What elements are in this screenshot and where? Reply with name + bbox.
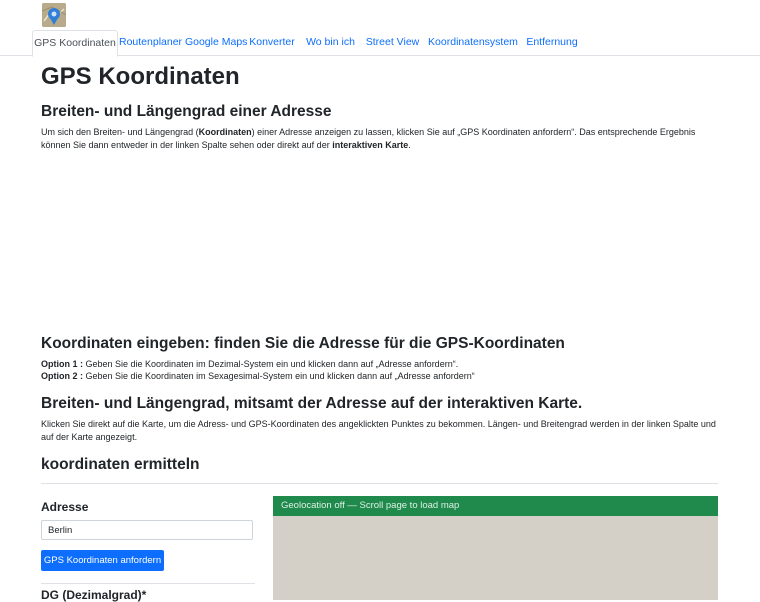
option-2-description: Geben Sie die Koordinaten im Sexagesimal…: [83, 371, 475, 381]
option-1-description: Geben Sie die Koordinaten im Dezimal-Sys…: [83, 359, 459, 369]
nav-tab-wo-bin-ich[interactable]: Wo bin ich: [302, 30, 359, 54]
page-title: GPS Koordinaten: [41, 63, 240, 90]
map-pin-logo-icon: [42, 3, 66, 27]
form-divider: [41, 583, 255, 584]
section-text-interactive-map: Klicken Sie direkt auf die Karte, um die…: [41, 419, 716, 442]
text-bold-koordinaten: Koordinaten: [198, 127, 252, 137]
nav-tab-koordinatensystem[interactable]: Koordinatensystem: [426, 30, 520, 54]
text-bold-interaktive-karte: interaktiven Karte: [332, 139, 409, 150]
get-gps-coordinates-button[interactable]: GPS Koordinaten anfordern: [41, 550, 164, 571]
text-segment: .: [408, 139, 411, 150]
main-navigation: GPS Koordinaten Routenplaner Google Maps…: [0, 30, 760, 57]
section-heading-interactive-map: Breiten- und Längengrad, mitsamt der Adr…: [41, 395, 583, 412]
nav-tab-routenplaner[interactable]: Routenplaner Google Maps: [119, 30, 247, 54]
option-2-label: Option 2 :: [41, 371, 83, 381]
option-2-text: Option 2 : Geben Sie die Koordinaten im …: [41, 370, 721, 383]
nav-tab-konverter[interactable]: Konverter: [244, 30, 300, 54]
interactive-map[interactable]: Geolocation off — Scroll page to load ma…: [273, 496, 718, 600]
site-logo[interactable]: [42, 3, 66, 27]
section-heading-address: Breiten- und Längengrad einer Adresse: [41, 103, 332, 120]
nav-tab-entfernung[interactable]: Entfernung: [522, 30, 582, 54]
option-1-text: Option 1 : Geben Sie die Koordinaten im …: [41, 358, 721, 371]
section-heading-koordinaten-ermitteln: koordinaten ermitteln: [41, 456, 200, 473]
option-1-label: Option 1 :: [41, 359, 83, 369]
section-heading-coordinates-input: Koordinaten eingeben: finden Sie die Adr…: [41, 335, 565, 352]
section-text-address: Um sich den Breiten- und Längengrad (Koo…: [41, 126, 721, 151]
divider: [41, 483, 718, 484]
map-status-bar: Geolocation off — Scroll page to load ma…: [273, 496, 718, 516]
address-label: Adresse: [41, 500, 89, 514]
address-input[interactable]: [41, 520, 253, 540]
nav-tab-gps-koordinaten[interactable]: GPS Koordinaten: [32, 30, 118, 57]
nav-tab-street-view[interactable]: Street View: [361, 30, 424, 54]
text-segment: Um sich den Breiten- und Längengrad (: [41, 127, 199, 137]
